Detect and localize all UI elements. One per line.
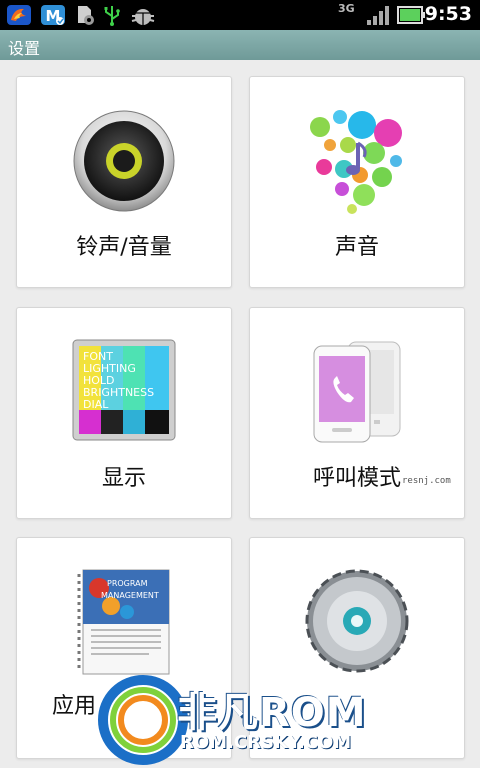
clock: 9:53 bbox=[424, 3, 472, 25]
program-management-icon: PROGRAM MANAGEMENT bbox=[77, 569, 170, 675]
tile-sound[interactable]: 声音 bbox=[249, 76, 465, 288]
sd-settings-icon bbox=[78, 6, 94, 25]
app-flame-icon[interactable] bbox=[6, 4, 32, 26]
tile-call-mode[interactable]: 呼叫模式 resnj.com bbox=[249, 307, 465, 519]
speaker-icon bbox=[73, 110, 175, 212]
usb-icon bbox=[104, 6, 120, 26]
phone-icon bbox=[313, 341, 401, 443]
display-text-5: DIAL bbox=[83, 398, 109, 411]
tile-label: 铃声/音量 bbox=[76, 235, 172, 260]
tile-label: 显示 bbox=[101, 466, 146, 491]
maxthon-icon[interactable]: M bbox=[40, 4, 66, 26]
display-icon: FONT LIGHTING HOLD BRIGHTNESS DIAL bbox=[72, 339, 176, 441]
debug-android-icon bbox=[131, 9, 155, 25]
signal-icon bbox=[367, 6, 389, 25]
program-text-1: PROGRAM bbox=[107, 579, 148, 588]
tile-ringtone-volume[interactable]: 铃声/音量 bbox=[16, 76, 232, 288]
credit-text: resnj.com bbox=[402, 476, 451, 486]
tile-label: 声音 bbox=[334, 235, 379, 260]
program-text-2: MANAGEMENT bbox=[101, 591, 159, 600]
sound-bubbles-icon bbox=[310, 110, 402, 214]
tile-display[interactable]: FONT LIGHTING HOLD BRIGHTNESS DIAL 显示 bbox=[16, 307, 232, 519]
watermark-logo: 非凡ROM ROM.CRSKY.COM bbox=[95, 672, 385, 768]
gear-disc-icon bbox=[305, 569, 409, 673]
status-bar: M 3G 9:53 bbox=[0, 0, 480, 30]
title-bar: 设置 bbox=[0, 30, 480, 60]
page-title: 设置 bbox=[8, 39, 41, 58]
watermark-main-text: 非凡ROM bbox=[177, 690, 367, 736]
watermark-sub-text: ROM.CRSKY.COM bbox=[180, 732, 352, 753]
battery-icon bbox=[397, 6, 425, 24]
network-type-label: 3G bbox=[338, 2, 355, 15]
